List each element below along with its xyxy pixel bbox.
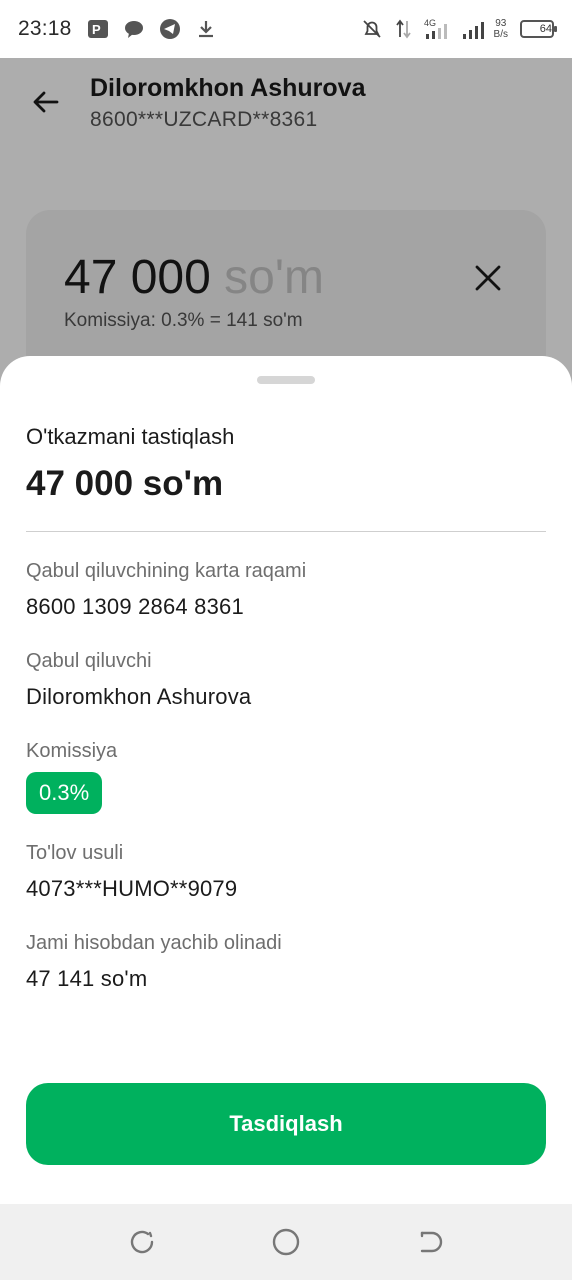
drag-handle[interactable]	[257, 376, 315, 384]
download-icon	[194, 17, 218, 41]
parking-app-icon: P	[86, 17, 110, 41]
data-transfer-icon	[392, 17, 416, 41]
signal-4g-icon: 4G	[424, 17, 454, 41]
back-nav-button[interactable]	[410, 1222, 450, 1262]
telegram-icon	[158, 17, 182, 41]
network-speed: 93 B/s	[494, 18, 508, 40]
card-number-value: 8600 1309 2864 8361	[26, 594, 244, 619]
battery-level: 64	[539, 23, 552, 35]
status-bar: 23:18 P 4G 93 B/s 64	[0, 0, 572, 58]
recents-icon	[130, 1230, 154, 1254]
home-circle-icon	[272, 1228, 300, 1256]
home-button[interactable]	[266, 1222, 306, 1262]
card-number-label: Qabul qiluvchining karta raqami	[26, 560, 307, 582]
system-status: 4G 93 B/s 64	[360, 17, 557, 41]
chat-bubble-icon	[122, 17, 146, 41]
recents-button[interactable]	[122, 1222, 162, 1262]
payment-method-label: To'lov usuli	[26, 842, 124, 864]
svg-text:P: P	[92, 22, 101, 37]
notification-icons: P	[86, 17, 218, 41]
payment-method-value: 4073***HUMO**9079	[26, 876, 238, 901]
confirm-sheet: O'tkazmani tastiqlash 47 000 so'm Qabul …	[0, 356, 572, 1204]
network-type-label: 4G	[424, 18, 436, 28]
commission-label: Komissiya	[26, 740, 118, 762]
status-time: 23:18	[18, 17, 72, 40]
commission-badge: 0.3%	[26, 772, 103, 814]
sheet-amount: 47 000 so'm	[26, 464, 224, 503]
signal-icon	[462, 17, 486, 41]
confirm-button[interactable]: Tasdiqlash	[26, 1083, 546, 1165]
back-nav-icon	[420, 1231, 443, 1253]
recipient-value: Diloromkhon Ashurova	[26, 684, 252, 709]
network-speed-unit: B/s	[493, 29, 508, 40]
network-speed-value: 93	[495, 18, 507, 29]
bell-muted-icon	[360, 17, 384, 41]
recipient-label: Qabul qiluvchi	[26, 650, 152, 672]
battery-icon: 64	[520, 20, 557, 38]
sheet-title: O'tkazmani tastiqlash	[26, 424, 235, 449]
divider	[26, 531, 546, 532]
total-label: Jami hisobdan yachib olinadi	[26, 932, 282, 954]
total-value: 47 141 so'm	[26, 966, 148, 991]
system-nav-bar	[0, 1204, 572, 1280]
